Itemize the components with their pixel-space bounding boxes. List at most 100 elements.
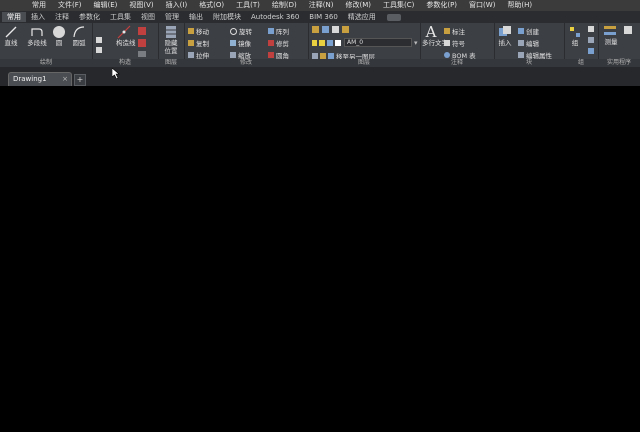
quick-properties-icon[interactable] <box>624 26 632 34</box>
tab-autodesk360[interactable]: Autodesk 360 <box>246 12 304 22</box>
trim-label: 修剪 <box>276 40 289 48</box>
measure-label: 测量 <box>604 38 618 46</box>
document-tab-drawing1[interactable]: Drawing1 × <box>8 72 72 87</box>
dimension-button[interactable]: 标注 <box>444 26 465 36</box>
panel-modify-title[interactable]: 修改 <box>184 59 308 67</box>
panel-draw-title[interactable]: 绘制 <box>0 59 92 67</box>
panel-layout-title[interactable]: 图层 <box>158 59 184 67</box>
menu-item-parametric[interactable]: 参数化(P) <box>420 1 463 10</box>
menu-item-help[interactable]: 帮助(H) <box>501 1 538 10</box>
tab-bim360[interactable]: BIM 360 <box>304 12 343 22</box>
create-block-icon <box>518 28 524 34</box>
tab-home[interactable]: 常用 <box>2 12 26 22</box>
color-bar-icon[interactable] <box>604 26 616 29</box>
document-tab-bar: Drawing1 × + <box>0 67 640 87</box>
measure-button[interactable]: 测量 <box>602 38 620 46</box>
tab-addins[interactable]: 附加模块 <box>208 12 246 22</box>
group-button[interactable]: 组 <box>568 25 582 47</box>
menu-item-draw[interactable]: 绘制(D) <box>266 1 303 10</box>
hatch-icon[interactable] <box>138 27 146 35</box>
ribbon: 直线 多段线 圆 圆弧 绘制 构造线 构造 隐藏 位置 图层 移动 旋转 阵列 … <box>0 23 640 67</box>
copy-button[interactable]: 复制 <box>188 38 209 48</box>
multiline-text-button[interactable]: A 多行文字 <box>422 23 448 48</box>
layer-freeze-icon[interactable] <box>342 26 349 33</box>
menu-item-annotate[interactable]: 注释(N) <box>303 1 340 10</box>
line-button[interactable]: 直线 <box>2 25 20 47</box>
ungroup-icon[interactable] <box>588 26 594 32</box>
line-label: 直线 <box>4 39 18 47</box>
panel-annotation-title[interactable]: 注释 <box>420 59 494 67</box>
menu-item-insert[interactable]: 插入(I) <box>160 1 194 10</box>
menu-item-format[interactable]: 格式(O) <box>193 1 230 10</box>
boundary-icon[interactable] <box>138 51 146 57</box>
layer-properties-icon[interactable] <box>312 26 319 33</box>
tab-manage[interactable]: 管理 <box>160 12 184 22</box>
layer-isolate-icon[interactable] <box>332 26 339 33</box>
group-edit-icon[interactable] <box>588 37 594 43</box>
menu-item-view[interactable]: 视图(V) <box>123 1 159 10</box>
tab-view[interactable]: 视图 <box>136 12 160 22</box>
panel-modify: 移动 旋转 阵列 复制 镜像 修剪 拉伸 缩放 圆角 修改 <box>184 23 309 67</box>
trim-button[interactable]: 修剪 <box>268 38 289 48</box>
group-select-icon[interactable] <box>588 48 594 54</box>
rotate-label: 旋转 <box>239 28 252 36</box>
panel-construct-title[interactable]: 构造 <box>92 59 158 67</box>
ribbon-minimize-toggle[interactable] <box>386 14 401 21</box>
symbol-button[interactable]: 符号 <box>444 38 465 48</box>
layer-states-icon[interactable] <box>322 26 329 33</box>
gradient-icon[interactable] <box>138 39 146 47</box>
region-icon[interactable] <box>96 47 102 53</box>
rotate-button[interactable]: 旋转 <box>230 26 252 36</box>
panel-block-title[interactable]: 块 <box>494 59 564 67</box>
menu-item-modify[interactable]: 修改(M) <box>339 1 377 10</box>
polyline-label: 多段线 <box>27 39 47 47</box>
panel-layers-title[interactable]: 图层 <box>308 59 420 67</box>
edit-block-label: 编辑 <box>526 40 539 48</box>
array-button[interactable]: 阵列 <box>268 26 289 36</box>
array-label: 阵列 <box>276 28 289 36</box>
rectangle-icon[interactable] <box>96 37 102 43</box>
menu-item-edit[interactable]: 编辑(E) <box>88 1 124 10</box>
create-block-button[interactable]: 创建 <box>518 26 539 36</box>
tab-annotate[interactable]: 注释 <box>50 12 74 22</box>
tab-toolsets[interactable]: 工具集 <box>105 12 136 22</box>
mirror-button[interactable]: 镜像 <box>230 38 251 48</box>
edit-block-icon <box>518 40 524 46</box>
panel-groups-title[interactable]: 组 <box>564 59 598 67</box>
edit-block-button[interactable]: 编辑 <box>518 38 539 48</box>
dimension-icon <box>444 28 450 34</box>
panel-block: 插入 创建 编辑 编辑属性 块 <box>494 23 565 67</box>
construction-line-label: 构造线 <box>116 39 136 47</box>
menu-item-file[interactable]: 文件(F) <box>52 1 88 10</box>
drawing-canvas[interactable] <box>0 86 640 432</box>
ribbon-tabs: 常用 插入 注释 参数化 工具集 视图 管理 输出 附加模块 Autodesk … <box>0 11 640 23</box>
array-icon <box>268 28 274 34</box>
move-icon <box>188 28 194 34</box>
menu-item-tools[interactable]: 工具(T) <box>230 1 266 10</box>
circle-button[interactable]: 圆 <box>50 25 68 47</box>
insert-block-button[interactable]: 插入 <box>496 25 514 47</box>
layer-dropdown[interactable]: AM_0 ▾ <box>312 38 418 47</box>
new-tab-button[interactable]: + <box>74 74 86 86</box>
linetype-icon[interactable] <box>604 32 616 35</box>
tab-parametric[interactable]: 参数化 <box>74 12 105 22</box>
menu-item-home[interactable]: 常用 <box>26 1 52 10</box>
panel-utilities-title[interactable]: 实用程序 <box>598 59 640 67</box>
menu-item-window[interactable]: 窗口(W) <box>463 1 501 10</box>
fillet-icon <box>268 52 274 58</box>
lightbulb-icon <box>312 39 317 46</box>
polyline-button[interactable]: 多段线 <box>26 25 48 47</box>
menu-item-toolsets[interactable]: 工具集(C) <box>377 1 420 10</box>
arc-button[interactable]: 圆弧 <box>70 25 88 47</box>
multiline-text-label: 多行文字 <box>422 39 448 47</box>
close-icon[interactable]: × <box>62 75 68 83</box>
text-a-icon: A <box>425 23 437 41</box>
panel-layers: AM_0 ▾ 移至另一图层 图层 <box>308 23 421 67</box>
tab-insert[interactable]: 插入 <box>26 12 50 22</box>
hide-position-button[interactable]: 隐藏 位置 <box>162 25 180 55</box>
move-button[interactable]: 移动 <box>188 26 209 36</box>
construction-line-button[interactable]: 构造线 <box>116 25 136 47</box>
chevron-down-icon: ▾ <box>414 38 418 47</box>
tab-output[interactable]: 输出 <box>184 12 208 22</box>
tab-featured-apps[interactable]: 精选应用 <box>343 12 381 22</box>
